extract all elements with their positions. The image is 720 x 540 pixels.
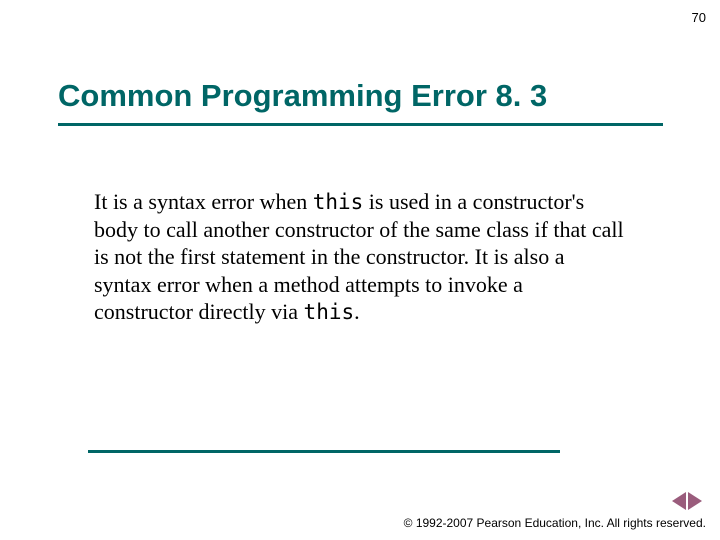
page-number: 70 (692, 10, 706, 25)
copyright-text: © 1992-2007 Pearson Education, Inc. All … (404, 516, 706, 530)
nav-arrows (672, 492, 702, 510)
code-this-2: this (304, 300, 355, 324)
body-paragraph: It is a syntax error when this is used i… (94, 188, 624, 326)
body-text-3: . (354, 299, 360, 324)
prev-arrow-icon[interactable] (672, 492, 686, 510)
next-arrow-icon[interactable] (688, 492, 702, 510)
slide-title: Common Programming Error 8. 3 (58, 78, 547, 114)
bottom-rule (88, 450, 560, 453)
body-text-1: It is a syntax error when (94, 189, 313, 214)
code-this-1: this (313, 190, 364, 214)
title-underline (58, 123, 663, 126)
